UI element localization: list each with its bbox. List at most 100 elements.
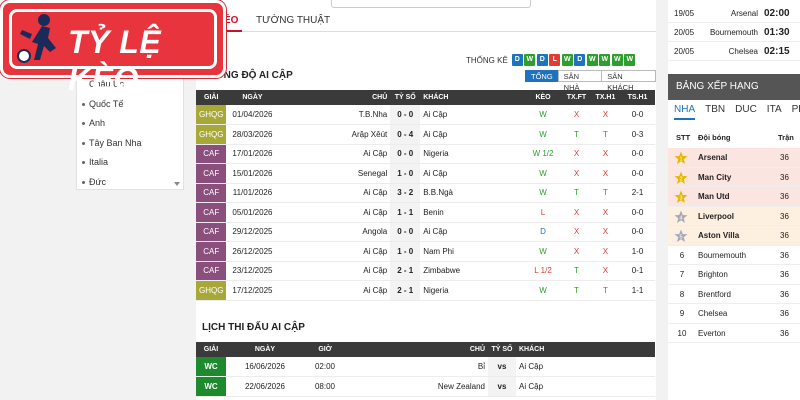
handicap-result-cell: W [524,183,562,203]
league-tab[interactable]: TBN [705,104,725,120]
filter-button[interactable]: SÂN NHÀ [557,70,603,92]
competition-cell: CAF [196,163,227,184]
date-cell: 29/12/2025 [226,222,279,242]
league-tab[interactable]: ITA [767,104,782,120]
date-cell: 22/06/2026 [226,376,304,397]
ou-h1-cell: X [590,261,620,281]
away-team-cell: Ai Cập [516,357,655,377]
star-icon: 4 [674,210,688,223]
home-team-cell: Angola [278,222,391,242]
header-played: Trận [778,133,794,142]
team-name: Brentford [698,289,731,299]
league-tabs: NHA TBN DUC ITA PHA [674,104,800,120]
score-cell: 0 - 0 [390,222,421,242]
home-team-cell: Ai Cập [278,144,391,164]
form-badge: D [511,54,523,66]
ou-ft-cell: T [562,280,591,301]
ou-ft-cell: T [562,183,591,203]
filter-button[interactable]: SÂN KHÁCH [601,70,656,92]
matches-played: 36 [780,289,789,299]
date-cell: 05/01/2026 [226,202,279,223]
home-team-cell: Ai Cập [278,241,391,262]
standings-row[interactable]: 1 Arsenal 36 [668,148,800,168]
score-cell: 2 - 1 [390,280,421,301]
score-cell: 0 - 4 [390,124,421,145]
table-row[interactable]: CAF 05/01/2026 Ai Cập 1 - 1 Benin L X X 0-0 [196,202,655,223]
ou-h1-cell: X [590,163,620,184]
home-team-cell: Ai Cập [278,202,391,223]
fixture-row[interactable]: 19/05 Arsenal 02:00 [668,4,800,23]
competition-cell: CAF [196,261,227,281]
table-row[interactable]: WC 22/06/2026 08:00 New Zealand vs Ai Cập [196,376,655,397]
away-team-cell: Nigeria [420,280,525,301]
form-badge: W [561,54,573,66]
table-row[interactable]: GHQG 17/12/2025 Ai Cập 2 - 1 Nigeria W T T 1-1 [196,280,655,301]
date-cell: 11/01/2026 [226,183,279,203]
table-row[interactable]: CAF 26/12/2025 Ai Cập 1 - 0 Nam Phi W X X 1-0 [196,241,655,262]
column-header: TX.H1 [590,90,620,105]
standings-row[interactable]: 10 Everton 36 [668,323,800,343]
handicap-result-cell: L [524,202,562,223]
score-cell: 2 - 1 [390,261,421,281]
standings-row[interactable]: 2 Man City 36 [668,167,800,187]
ou-h1-cell: T [590,280,620,301]
table-row[interactable]: CAF 29/12/2025 Angola 0 - 0 Ai Cập D X X 0-0 [196,222,655,242]
away-team-cell: B.B.Ngà [420,183,525,203]
sidebar-item[interactable]: Đức [77,173,183,190]
rank-number: 5 [679,235,682,241]
league-tab[interactable]: DUC [735,104,757,120]
away-team-cell: Ai Cập [420,222,525,242]
rank-number: 6 [679,250,685,260]
header-team: Đội bóng [698,133,731,142]
league-tab[interactable]: PHA [792,104,800,120]
fixture-row[interactable]: 20/05 Bournemouth 01:30 [668,23,800,42]
standings-row[interactable]: 4 Liverpool 36 [668,206,800,226]
standings-row[interactable]: 7 Brighton 36 [668,265,800,285]
team-name: Arsenal [698,153,728,162]
site-logo[interactable]: TỶ LỆ KÈO [0,0,226,97]
rank-number: 3 [679,196,682,202]
tab-tuong-thuat[interactable]: TƯỜNG THUẬT [256,10,330,32]
home-team-cell: Bỉ [346,357,488,377]
fixture-time: 02:15 [764,45,790,57]
form-table: GIẢI NGÀY CHỦ TỶ SỐ KHÁCH KÈO TX.FT TX.H1 TS.H1 … [196,90,655,301]
table-row[interactable]: GHQG 01/04/2026 T.B.Nha 0 - 0 Ai Cập W X X 0-0 [196,105,655,125]
league-tab[interactable]: NHA [674,104,696,120]
table-row[interactable]: WC 16/06/2026 02:00 Bỉ vs Ai Cập [196,357,655,377]
ou-h1-cell: X [590,241,620,262]
matches-played: 36 [780,172,789,182]
table-row[interactable]: CAF 23/12/2025 Ai Cập 2 - 1 Zimbabwe L 1/2 T X 0… [196,261,655,281]
column-header: NGÀY [226,342,304,357]
table-row[interactable]: CAF 15/01/2026 Senegal 1 - 0 Ai Cập W X X 0-0 [196,163,655,184]
standings-row[interactable]: 8 Brentford 36 [668,284,800,304]
column-header: TX.FT [562,90,591,105]
standings-row[interactable]: 5 Aston Villa 36 [668,226,800,246]
gold-medal-icon: 1 [674,151,688,164]
header-pos: STT [676,133,691,142]
ou-ft-cell: X [562,105,591,125]
rank-number: 7 [679,270,685,279]
standings-row[interactable]: 6 Bournemouth 36 [668,245,800,265]
filter-button[interactable]: TỔNG [525,70,559,82]
scroll-down-icon[interactable] [174,182,180,186]
sidebar-item[interactable]: Anh [77,114,183,134]
sidebar-item[interactable]: Italia [77,153,183,173]
fixture-time: 01:30 [764,26,790,38]
sidebar-item[interactable]: Tây Ban Nha [77,134,183,154]
table-row[interactable]: CAF 11/01/2026 Ai Cập 3 - 2 B.B.Ngà W T T 2-1 [196,183,655,203]
matches-played: 36 [780,309,789,318]
score-cell: 1 - 0 [390,163,421,184]
table-row[interactable]: CAF 17/01/2026 Ai Cập 0 - 0 Nigeria W 1/2 X X 0-… [196,144,655,164]
table-row[interactable]: GHQG 28/03/2026 Arập Xêút 0 - 4 Ai Cập W T T 0-3 [196,124,655,145]
ht-score-cell: 0-0 [619,202,655,223]
standings-title: BẢNG XẾP HẠNG [668,74,800,100]
main-panel: ÉO TƯỜNG THUẬT THỐNG KÊ DWDLWDWWWW TỔNG S… [196,0,656,400]
column-header: KHÁCH [516,342,655,357]
away-team-cell: Ai Cập [420,124,525,145]
search-box[interactable] [331,0,531,8]
fixture-row[interactable]: 20/05 Chelsea 02:15 [668,42,800,61]
standings-row[interactable]: 3 Man Utd 36 [668,187,800,207]
standings-row[interactable]: 9 Chelsea 36 [668,304,800,324]
column-header: TỶ SỐ [488,342,516,357]
team-name: Brighton [698,270,728,279]
